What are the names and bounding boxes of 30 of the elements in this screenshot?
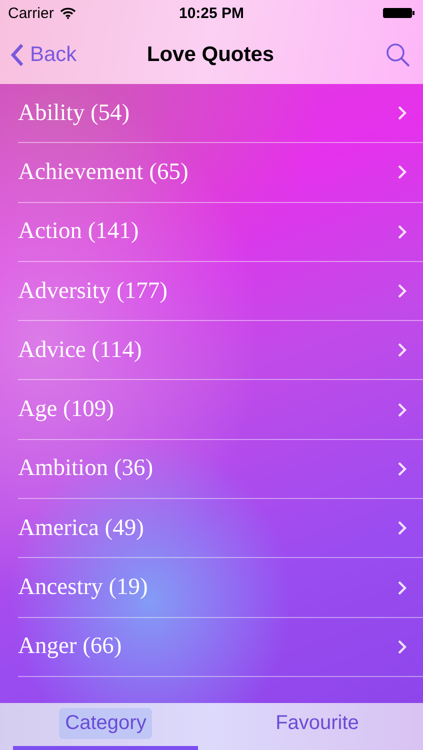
chevron-icon	[397, 342, 407, 358]
chevron-icon	[397, 105, 407, 122]
chevron-icon	[397, 460, 407, 477]
tab[interactable]: Favourite	[270, 708, 365, 739]
back-chevron-icon	[10, 43, 24, 67]
category-row[interactable]: America (49)	[18, 499, 423, 558]
category-row[interactable]: Ancestry (19)	[18, 558, 423, 618]
search-button[interactable]	[385, 42, 412, 68]
chevron-icon	[397, 520, 407, 536]
category-row[interactable]: Achievement (65)	[18, 143, 423, 203]
category-row[interactable]: Advice (114)	[18, 321, 423, 380]
category-row[interactable]: Ambition (36)	[18, 440, 423, 500]
category-row[interactable]: Adversity (177)	[18, 262, 423, 322]
chevron-icon	[397, 164, 407, 180]
chevron-icon	[397, 224, 407, 240]
chevron-icon	[397, 402, 407, 418]
category-row[interactable]: Anger (66)	[18, 618, 423, 677]
back-button[interactable]: Back	[10, 43, 77, 67]
screen-title: Love Quotes	[146, 43, 274, 67]
carrier-label: Carrier	[8, 4, 54, 22]
category-row[interactable]: Action (141)	[18, 202, 423, 262]
status-time: 10:25 PM	[178, 4, 246, 22]
wifi-icon	[60, 7, 76, 19]
chevron-icon	[397, 638, 407, 655]
category-row[interactable]: Age (109)	[18, 380, 423, 440]
category-row[interactable]: Ability (54)	[18, 84, 423, 144]
chevron-icon	[397, 283, 407, 300]
chevron-icon	[397, 580, 407, 596]
battery-icon	[383, 7, 416, 19]
tab[interactable]: Category	[59, 708, 152, 739]
